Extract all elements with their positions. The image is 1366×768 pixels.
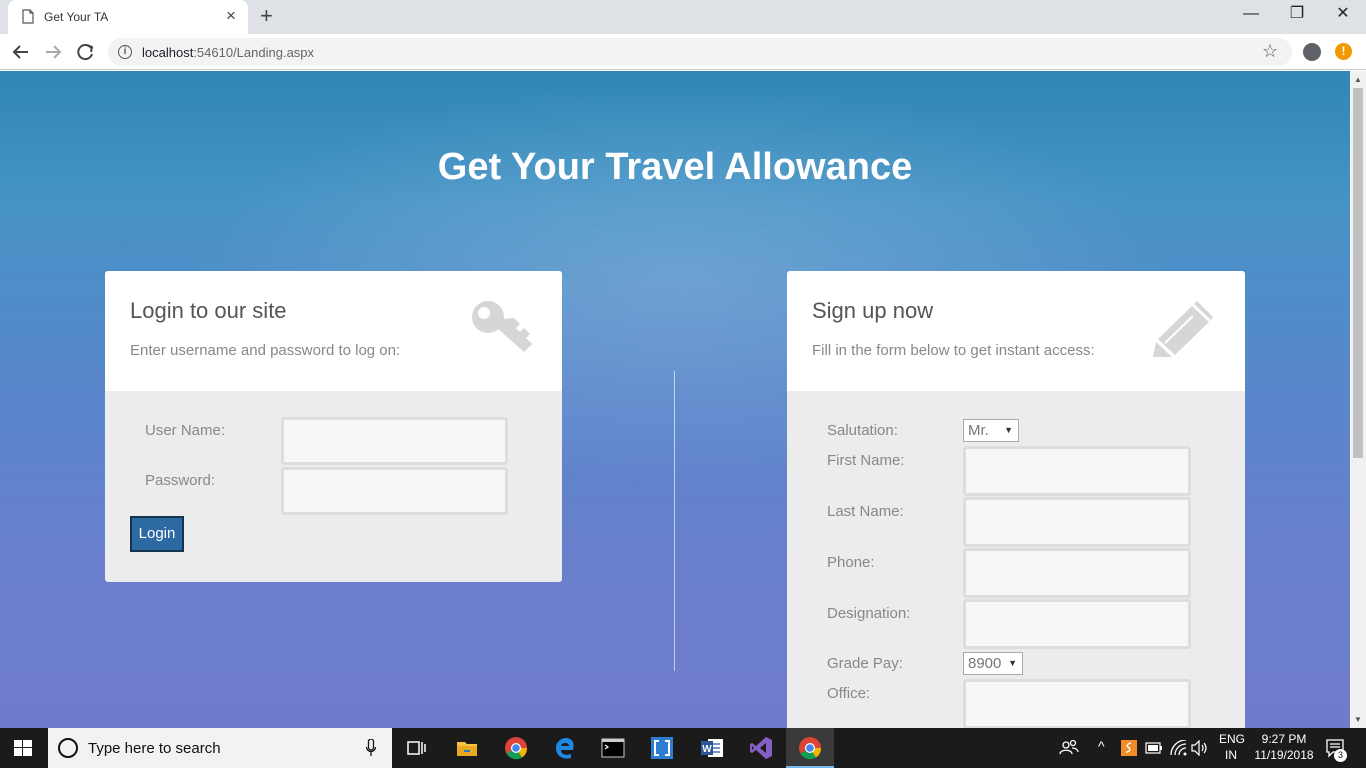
new-tab-button[interactable]: +: [260, 5, 273, 27]
first-name-label: First Name:: [827, 452, 905, 469]
svg-text:W: W: [702, 744, 712, 755]
designation-input[interactable]: [963, 599, 1191, 649]
address-bar[interactable]: i localhost:54610/Landing.aspx: [108, 38, 1292, 66]
active-chrome-window[interactable]: [786, 728, 834, 768]
edge-icon[interactable]: [553, 736, 577, 760]
last-name-label: Last Name:: [827, 503, 904, 520]
browser-tab-bar: Get Your TA × + — ❐ ✕: [0, 0, 1366, 34]
clock[interactable]: 9:27 PM 11/19/2018: [1250, 732, 1318, 768]
login-heading: Login to our site: [130, 298, 287, 323]
taskbar-search-placeholder: Type here to search: [88, 740, 221, 757]
signup-subheading: Fill in the form below to get instant ac…: [812, 342, 1095, 359]
wifi-icon[interactable]: [1170, 740, 1188, 756]
show-hidden-icons-chevron-icon[interactable]: ^: [1098, 738, 1105, 768]
bookmark-star-icon[interactable]: ☆: [1262, 41, 1278, 62]
url-host: localhost: [142, 45, 194, 60]
reload-icon[interactable]: [75, 42, 97, 62]
volume-icon[interactable]: [1191, 740, 1209, 756]
task-view-icon[interactable]: [404, 736, 428, 760]
grade-pay-value: 8900: [968, 655, 1002, 672]
tab-title: Get Your TA: [44, 10, 109, 24]
phone-input[interactable]: [963, 548, 1191, 598]
java-update-icon[interactable]: [1121, 740, 1137, 756]
scroll-up-icon[interactable]: ▲: [1354, 75, 1362, 84]
page-viewport: Get Your Travel Allowance Login to our s…: [0, 71, 1350, 728]
grade-pay-select[interactable]: 8900 ▼: [963, 652, 1023, 675]
salutation-select[interactable]: Mr. ▼: [963, 419, 1019, 442]
login-button[interactable]: Login: [130, 516, 184, 552]
people-icon[interactable]: [1058, 737, 1080, 759]
grade-pay-label: Grade Pay:: [827, 655, 903, 672]
update-alert-icon[interactable]: !: [1335, 43, 1352, 60]
word-icon[interactable]: W: [700, 736, 724, 760]
key-icon: [472, 301, 532, 352]
window-close-icon[interactable]: ✕: [1320, 4, 1366, 24]
battery-icon[interactable]: [1145, 742, 1163, 754]
username-input[interactable]: [281, 417, 508, 465]
cortana-icon: [58, 738, 78, 758]
restore-icon[interactable]: ❐: [1274, 4, 1320, 24]
taskbar-search-box[interactable]: Type here to search: [48, 728, 392, 768]
site-info-icon[interactable]: i: [118, 45, 132, 59]
salutation-value: Mr.: [968, 422, 989, 439]
taskbar: Type here to search W ^ ENG IN 9:27 PM 1…: [0, 728, 1366, 768]
login-card: Login to our site Enter username and pas…: [105, 271, 562, 582]
chrome-icon[interactable]: [504, 736, 528, 760]
windows-app-icon[interactable]: [650, 736, 674, 760]
pencil-icon: [1153, 301, 1213, 357]
office-label: Office:: [827, 685, 871, 702]
scrollbar-thumb[interactable]: [1353, 88, 1363, 458]
language-region: IN: [1225, 748, 1237, 762]
microphone-icon[interactable]: [366, 739, 376, 757]
vertical-divider: [674, 371, 675, 671]
language-code: ENG: [1219, 732, 1246, 746]
page-title: Get Your Travel Allowance: [437, 146, 913, 188]
office-input[interactable]: [963, 679, 1191, 728]
chevron-down-icon: ▼: [1004, 425, 1013, 435]
login-subheading: Enter username and password to log on:: [130, 342, 401, 359]
signup-heading: Sign up now: [812, 298, 934, 323]
windows-start-icon[interactable]: [14, 740, 32, 756]
clock-time: 9:27 PM: [1261, 732, 1307, 746]
visual-studio-icon[interactable]: [749, 736, 773, 760]
chevron-down-icon: ▼: [1008, 658, 1017, 668]
first-name-input[interactable]: [963, 446, 1191, 496]
password-label: Password:: [145, 472, 216, 489]
last-name-input[interactable]: [963, 497, 1191, 547]
password-input[interactable]: [281, 467, 508, 515]
page-scrollbar[interactable]: ▲ ▼: [1350, 71, 1366, 728]
url-path: :54610/Landing.aspx: [193, 45, 315, 60]
file-explorer-icon[interactable]: [455, 736, 479, 760]
chrome-icon: [799, 737, 822, 760]
minimize-icon[interactable]: —: [1228, 4, 1274, 24]
signup-card-header: Sign up now Fill in the form below to ge…: [787, 271, 1245, 391]
signup-card: Sign up now Fill in the form below to ge…: [787, 271, 1245, 728]
clock-date: 11/19/2018: [1254, 748, 1314, 762]
login-card-header: Login to our site Enter username and pas…: [105, 271, 562, 391]
language-indicator[interactable]: ENG IN: [1219, 732, 1246, 768]
notification-count-badge: 3: [1334, 749, 1347, 762]
close-tab-icon[interactable]: ×: [226, 7, 236, 25]
salutation-label: Salutation:: [827, 422, 898, 439]
phone-label: Phone:: [827, 554, 875, 571]
command-prompt-icon[interactable]: [601, 736, 625, 760]
browser-tab[interactable]: Get Your TA ×: [8, 0, 248, 34]
scroll-down-icon[interactable]: ▼: [1354, 715, 1362, 724]
page-icon: [22, 9, 34, 24]
browser-toolbar: i localhost:54610/Landing.aspx: [0, 34, 1366, 70]
url-text: localhost:54610/Landing.aspx: [142, 45, 314, 60]
forward-icon[interactable]: [42, 42, 64, 62]
username-label: User Name:: [145, 422, 226, 439]
designation-label: Designation:: [827, 605, 911, 622]
back-icon[interactable]: [10, 42, 32, 62]
profile-avatar-icon[interactable]: [1303, 43, 1321, 61]
